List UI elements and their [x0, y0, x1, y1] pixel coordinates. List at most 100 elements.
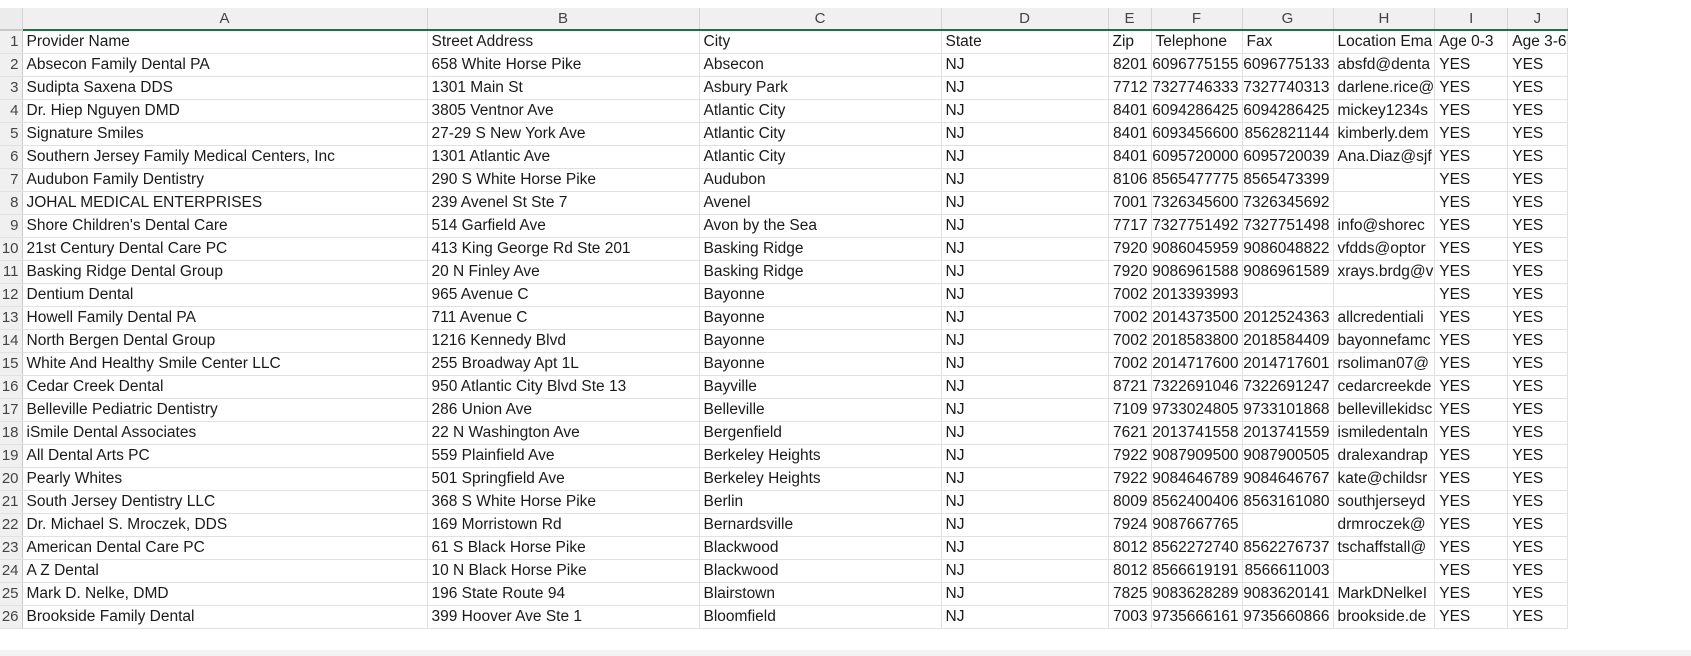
cell[interactable]: 61 S Black Horse Pike — [427, 536, 700, 560]
cell[interactable]: YES — [1507, 352, 1568, 376]
cell[interactable]: YES — [1434, 122, 1509, 146]
cell[interactable]: YES — [1434, 329, 1509, 353]
row-header[interactable]: 9 — [0, 214, 23, 238]
cell[interactable]: allcredentiali — [1333, 306, 1436, 330]
row-header[interactable]: 10 — [0, 237, 23, 261]
cell[interactable]: kimberly.dem — [1333, 122, 1436, 146]
cell[interactable]: NJ — [941, 329, 1109, 353]
row-header[interactable]: 11 — [0, 260, 23, 284]
cell[interactable]: 8565473399 — [1242, 168, 1334, 192]
cell[interactable]: 2014717601 — [1242, 352, 1334, 376]
row-header[interactable]: 14 — [0, 329, 23, 353]
cell[interactable]: 8566619191 — [1151, 559, 1243, 583]
row-header[interactable]: 2 — [0, 53, 23, 77]
cell[interactable]: YES — [1507, 306, 1568, 330]
cell[interactable]: 7327740313 — [1242, 76, 1334, 100]
row-header[interactable]: 17 — [0, 398, 23, 422]
cell[interactable]: YES — [1507, 536, 1568, 560]
cell[interactable]: 9735660866 — [1242, 605, 1334, 629]
cell[interactable]: YES — [1434, 559, 1509, 583]
cell[interactable]: 7922 — [1108, 444, 1152, 468]
cell[interactable]: 9084646767 — [1242, 467, 1334, 491]
cell[interactable] — [1333, 191, 1436, 215]
cell[interactable]: 9735666161 — [1151, 605, 1243, 629]
cell[interactable]: NJ — [941, 490, 1109, 514]
cell[interactable]: Berlin — [699, 490, 942, 514]
cell[interactable]: 22 N Washington Ave — [427, 421, 700, 445]
cell[interactable]: NJ — [941, 122, 1109, 146]
cell[interactable]: 8562272740 — [1151, 536, 1243, 560]
cell[interactable]: 7327751492 — [1151, 214, 1243, 238]
field-header-cell[interactable]: Fax — [1242, 30, 1334, 54]
cell[interactable]: 8009 — [1108, 490, 1152, 514]
cell[interactable]: iSmile Dental Associates — [22, 421, 428, 445]
cell[interactable]: South Jersey Dentistry LLC — [22, 490, 428, 514]
row-header[interactable]: 12 — [0, 283, 23, 307]
cell[interactable]: 196 State Route 94 — [427, 582, 700, 606]
cell[interactable]: YES — [1434, 467, 1509, 491]
cell[interactable]: Dr. Hiep Nguyen DMD — [22, 99, 428, 123]
row-header[interactable]: 7 — [0, 168, 23, 192]
column-header-c[interactable]: C — [699, 8, 942, 31]
cell[interactable]: 9087667765 — [1151, 513, 1243, 537]
cell[interactable]: Shore Children's Dental Care — [22, 214, 428, 238]
cell[interactable]: 2014717600 — [1151, 352, 1243, 376]
cell[interactable]: NJ — [941, 582, 1109, 606]
column-header-g[interactable]: G — [1242, 8, 1334, 31]
cell[interactable]: Belleville — [699, 398, 942, 422]
cell[interactable]: American Dental Care PC — [22, 536, 428, 560]
cell[interactable]: 7621 — [1108, 421, 1152, 445]
cell[interactable]: 514 Garfield Ave — [427, 214, 700, 238]
cell[interactable]: 8562400406 — [1151, 490, 1243, 514]
cell[interactable]: 8106 — [1108, 168, 1152, 192]
cell[interactable] — [1333, 283, 1436, 307]
cell[interactable]: 8721 — [1108, 375, 1152, 399]
field-header-cell[interactable]: Street Address — [427, 30, 700, 54]
cell[interactable]: 9086961589 — [1242, 260, 1334, 284]
cell[interactable]: 7327751498 — [1242, 214, 1334, 238]
field-header-cell[interactable]: Age 0-3 — [1434, 30, 1509, 54]
cell[interactable]: NJ — [941, 375, 1109, 399]
cell[interactable]: YES — [1434, 398, 1509, 422]
cell[interactable]: A Z Dental — [22, 559, 428, 583]
cell[interactable]: 6095720039 — [1242, 145, 1334, 169]
cell[interactable]: Absecon Family Dental PA — [22, 53, 428, 77]
cell[interactable]: Bloomfield — [699, 605, 942, 629]
cell[interactable]: 10 N Black Horse Pike — [427, 559, 700, 583]
cell[interactable]: 7825 — [1108, 582, 1152, 606]
cell[interactable]: 27-29 S New York Ave — [427, 122, 700, 146]
cell[interactable]: YES — [1507, 444, 1568, 468]
cell[interactable]: 8012 — [1108, 559, 1152, 583]
cell[interactable]: Bergenfield — [699, 421, 942, 445]
cell[interactable]: YES — [1507, 605, 1568, 629]
field-header-cell[interactable]: Telephone — [1151, 30, 1243, 54]
cell[interactable]: 7002 — [1108, 283, 1152, 307]
cell[interactable]: YES — [1434, 352, 1509, 376]
cell[interactable]: 399 Hoover Ave Ste 1 — [427, 605, 700, 629]
cell[interactable]: 9086045959 — [1151, 237, 1243, 261]
cell[interactable]: tschaffstall@ — [1333, 536, 1436, 560]
cell[interactable]: NJ — [941, 214, 1109, 238]
cell[interactable]: YES — [1507, 237, 1568, 261]
row-header[interactable]: 23 — [0, 536, 23, 560]
cell[interactable]: YES — [1434, 260, 1509, 284]
field-header-cell[interactable]: Location Ema — [1333, 30, 1436, 54]
row-header[interactable]: 8 — [0, 191, 23, 215]
cell[interactable]: Bayonne — [699, 352, 942, 376]
cell[interactable]: 8401 — [1108, 122, 1152, 146]
cell[interactable]: YES — [1507, 329, 1568, 353]
cell[interactable]: YES — [1507, 53, 1568, 77]
cell[interactable]: Basking Ridge Dental Group — [22, 260, 428, 284]
cell[interactable]: Absecon — [699, 53, 942, 77]
cell[interactable]: 2018583800 — [1151, 329, 1243, 353]
cell[interactable]: Howell Family Dental PA — [22, 306, 428, 330]
cell[interactable]: brookside.de — [1333, 605, 1436, 629]
cell[interactable]: YES — [1507, 145, 1568, 169]
field-header-cell[interactable]: City — [699, 30, 942, 54]
cell[interactable]: 7326345600 — [1151, 191, 1243, 215]
cell[interactable]: YES — [1507, 467, 1568, 491]
cell[interactable]: Dr. Michael S. Mroczek, DDS — [22, 513, 428, 537]
cell[interactable]: Mark D. Nelke, DMD — [22, 582, 428, 606]
row-header[interactable]: 3 — [0, 76, 23, 100]
cell[interactable]: 7322691046 — [1151, 375, 1243, 399]
